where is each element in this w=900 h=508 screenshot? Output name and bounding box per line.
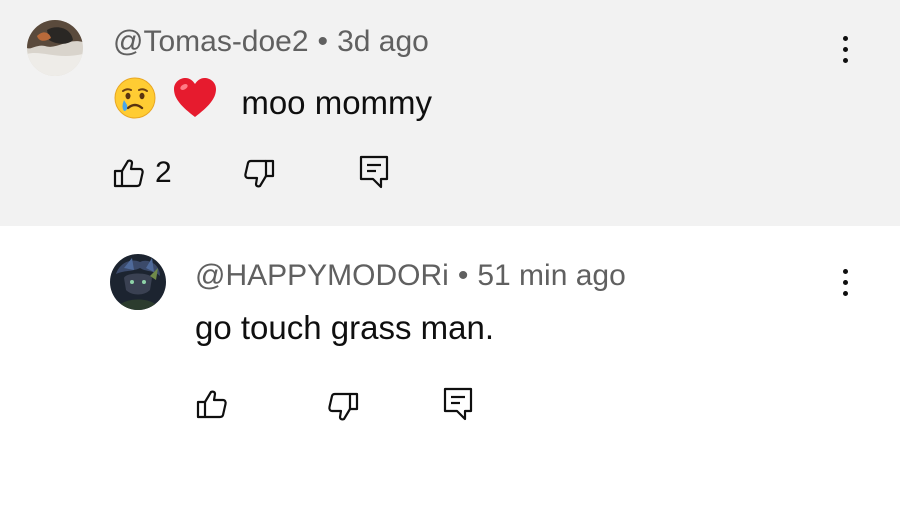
more-vert-icon[interactable] <box>830 29 860 69</box>
like-count: 2 <box>155 156 172 189</box>
avatar[interactable] <box>110 254 166 310</box>
author-handle[interactable]: @Tomas-doe2 <box>113 25 309 58</box>
comment-text: moo mommy <box>113 76 432 129</box>
more-vert-icon[interactable] <box>830 262 860 302</box>
dislike-button[interactable] <box>243 158 275 190</box>
comment-reply: @HAPPYMODORi • 51 min ago go touch grass m… <box>0 226 900 508</box>
comment-meta: @Tomas-doe2 • 3d ago <box>113 24 429 60</box>
crying-face-icon <box>113 76 157 129</box>
meta-separator: • <box>317 25 329 58</box>
reply-button[interactable] <box>359 155 389 189</box>
comment-meta: @HAPPYMODORi • 51 min ago <box>195 258 626 294</box>
comment-thread-highlighted: @Tomas-doe2 • 3d ago moo mommy 2 <box>0 0 900 226</box>
comment-body: go touch grass man. <box>195 309 494 346</box>
author-handle[interactable]: @HAPPYMODORi <box>195 259 449 292</box>
thumb-up-icon <box>196 388 228 420</box>
like-button[interactable]: 2 <box>113 155 172 191</box>
comment-body: moo mommy <box>241 83 433 121</box>
reply-button[interactable] <box>443 387 473 421</box>
avatar[interactable] <box>27 20 83 76</box>
thumb-down-icon <box>327 391 359 423</box>
reply-icon <box>359 155 389 189</box>
thumb-up-icon <box>113 157 145 189</box>
comment-timestamp[interactable]: 51 min ago <box>477 259 625 292</box>
dislike-button[interactable] <box>327 391 359 423</box>
like-button[interactable] <box>196 388 238 420</box>
meta-separator: • <box>457 259 469 292</box>
comment-timestamp[interactable]: 3d ago <box>337 25 429 58</box>
thumb-down-icon <box>243 158 275 190</box>
reply-icon <box>443 387 473 421</box>
red-heart-icon <box>172 76 218 129</box>
